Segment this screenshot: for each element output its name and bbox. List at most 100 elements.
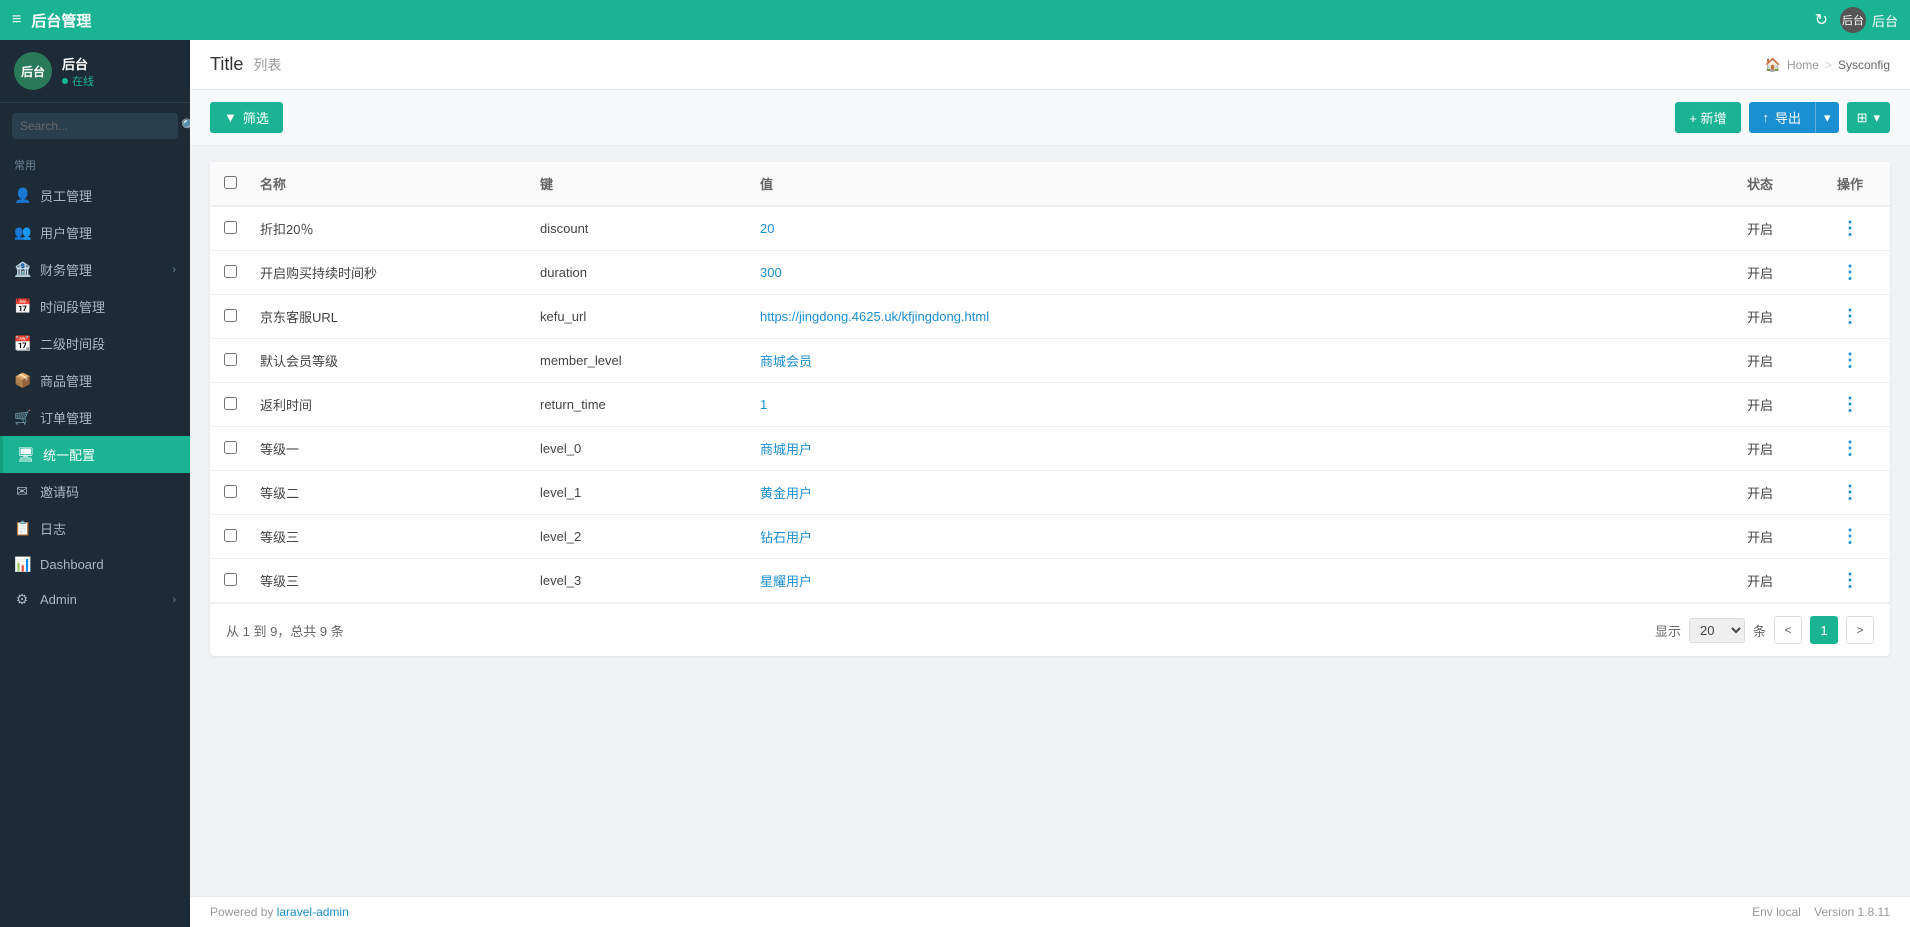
value-link[interactable]: 钻石用户	[760, 530, 812, 545]
action-menu-button[interactable]: ⋮	[1837, 438, 1863, 458]
sidebar-item-dashboard[interactable]: 📊 Dashboard	[0, 547, 190, 582]
action-menu-button[interactable]: ⋮	[1837, 526, 1863, 546]
row-checkbox[interactable]	[224, 529, 237, 542]
table-footer: 从 1 到 9，总共 9 条 显示 20 50 100 条 < 1 >	[210, 603, 1890, 656]
row-checkbox-cell	[210, 471, 250, 515]
cell-action: ⋮	[1810, 559, 1890, 603]
action-menu-button[interactable]: ⋮	[1837, 570, 1863, 590]
user-menu[interactable]: 后台 后台	[1840, 7, 1898, 33]
action-menu-button[interactable]: ⋮	[1837, 350, 1863, 370]
cell-action: ⋮	[1810, 339, 1890, 383]
sidebar-item-label: Admin	[40, 592, 162, 607]
sidebar-item-goods[interactable]: 📦 商品管理	[0, 362, 190, 399]
chevron-icon: ›	[172, 264, 176, 276]
timeslot2-icon: 📆	[14, 335, 30, 352]
current-page: 1	[1810, 616, 1838, 644]
table-row: 等级一 level_0 商城用户 开启 ⋮	[210, 427, 1890, 471]
row-checkbox-cell	[210, 383, 250, 427]
export-button[interactable]: ↑ 导出	[1749, 102, 1816, 133]
next-page-button[interactable]: >	[1846, 616, 1874, 644]
table-row: 返利时间 return_time 1 开启 ⋮	[210, 383, 1890, 427]
cell-name: 默认会员等级	[250, 339, 530, 383]
value-link[interactable]: 商城会员	[760, 354, 812, 369]
invite-icon: ✉	[14, 483, 30, 500]
prev-page-button[interactable]: <	[1774, 616, 1802, 644]
refresh-icon[interactable]: ↻	[1815, 10, 1828, 30]
cell-action: ⋮	[1810, 251, 1890, 295]
hamburger-icon[interactable]: ≡	[12, 11, 21, 29]
page-subtitle: 列表	[253, 55, 281, 75]
cell-value: 黄金用户	[750, 471, 1710, 515]
search-icon: 🔍	[181, 118, 190, 134]
avatar: 后台	[1840, 7, 1866, 33]
cell-status: 开启	[1710, 383, 1810, 427]
action-menu-button[interactable]: ⋮	[1837, 482, 1863, 502]
top-bar-left: ≡ 后台管理	[12, 10, 91, 31]
chevron-down-icon: ▾	[1824, 110, 1831, 126]
footer-right: Env local Version 1.8.11	[1752, 905, 1890, 919]
export-dropdown-button[interactable]: ▾	[1815, 102, 1839, 133]
row-checkbox[interactable]	[224, 265, 237, 278]
sidebar-item-label: 员工管理	[40, 186, 176, 205]
value-link[interactable]: 300	[760, 265, 782, 280]
cell-value: 钻石用户	[750, 515, 1710, 559]
home-icon: 🏠	[1765, 57, 1781, 73]
row-checkbox[interactable]	[224, 309, 237, 322]
breadcrumb-home[interactable]: Home	[1787, 58, 1819, 72]
brand-info: 后台 在线	[62, 54, 94, 89]
row-checkbox[interactable]	[224, 573, 237, 586]
value-link[interactable]: https://jingdong.4625.uk/kfjingdong.html	[760, 309, 989, 324]
toolbar-right: + 新增 ↑ 导出 ▾ ⊞ ▾	[1675, 102, 1890, 133]
status-badge: 开启	[1747, 398, 1773, 413]
sidebar-item-label: 财务管理	[40, 260, 162, 279]
status-badge: 开启	[1747, 222, 1773, 237]
action-menu-button[interactable]: ⋮	[1837, 394, 1863, 414]
action-menu-button[interactable]: ⋮	[1837, 218, 1863, 238]
status-badge: 开启	[1747, 574, 1773, 589]
page-title: Title	[210, 54, 243, 75]
cell-key: level_3	[530, 559, 750, 603]
cell-action: ⋮	[1810, 295, 1890, 339]
sidebar-item-timeslot[interactable]: 📅 时间段管理	[0, 288, 190, 325]
sidebar-item-orders[interactable]: 🛒 订单管理	[0, 399, 190, 436]
action-menu-button[interactable]: ⋮	[1837, 262, 1863, 282]
sidebar-item-users[interactable]: 👥 用户管理	[0, 214, 190, 251]
sidebar-item-timeslot2[interactable]: 📆 二级时间段	[0, 325, 190, 362]
cell-key: kefu_url	[530, 295, 750, 339]
status-dot	[62, 78, 68, 84]
row-checkbox[interactable]	[224, 441, 237, 454]
action-menu-button[interactable]: ⋮	[1837, 306, 1863, 326]
status-badge: 开启	[1747, 354, 1773, 369]
sidebar-item-logs[interactable]: 📋 日志	[0, 510, 190, 547]
row-checkbox[interactable]	[224, 221, 237, 234]
value-link[interactable]: 1	[760, 397, 767, 412]
value-link[interactable]: 商城用户	[760, 442, 812, 457]
table-row: 等级三 level_3 星耀用户 开启 ⋮	[210, 559, 1890, 603]
table-row: 开启购买持续时间秒 duration 300 开启 ⋮	[210, 251, 1890, 295]
sidebar-item-sysconfig[interactable]: 🖥 统一配置	[0, 436, 190, 473]
row-checkbox[interactable]	[224, 485, 237, 498]
sidebar-item-staff[interactable]: 👤 员工管理	[0, 177, 190, 214]
cell-action: ⋮	[1810, 471, 1890, 515]
value-link[interactable]: 星耀用户	[760, 574, 812, 589]
columns-button[interactable]: ⊞ ▾	[1847, 102, 1890, 133]
cell-name: 京东客服URL	[250, 295, 530, 339]
value-link[interactable]: 黄金用户	[760, 486, 812, 501]
page-size-select[interactable]: 20 50 100	[1689, 618, 1745, 643]
cell-status: 开启	[1710, 295, 1810, 339]
cell-status: 开启	[1710, 559, 1810, 603]
sidebar-item-invite[interactable]: ✉ 邀请码	[0, 473, 190, 510]
row-checkbox[interactable]	[224, 397, 237, 410]
sidebar-item-admin[interactable]: ⚙ Admin ›	[0, 582, 190, 617]
row-checkbox-cell	[210, 339, 250, 383]
filter-button[interactable]: ▼ 筛选	[210, 102, 283, 133]
value-link[interactable]: 20	[760, 221, 774, 236]
sidebar-item-finance[interactable]: 🏦 财务管理 ›	[0, 251, 190, 288]
row-checkbox[interactable]	[224, 353, 237, 366]
search-input[interactable]	[20, 119, 175, 133]
select-all-checkbox[interactable]	[224, 176, 237, 189]
main: Title 列表 🏠 Home > Sysconfig ▼ 筛选 + 新增	[190, 40, 1910, 927]
add-button[interactable]: + 新增	[1675, 102, 1740, 133]
laravel-admin-link[interactable]: laravel-admin	[277, 905, 349, 919]
page-header: Title 列表 🏠 Home > Sysconfig	[190, 40, 1910, 90]
